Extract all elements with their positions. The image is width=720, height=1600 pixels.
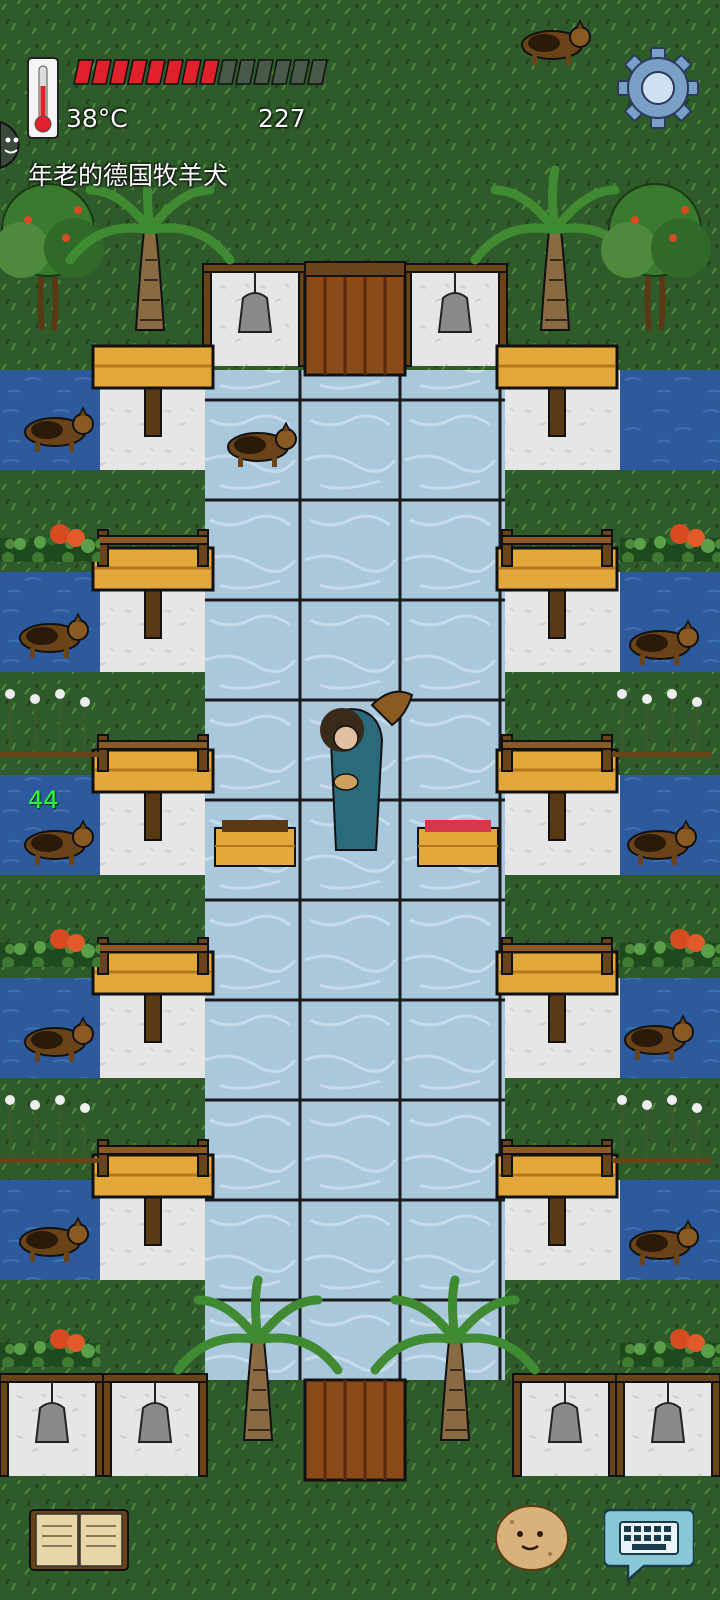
crate-right[interactable] xyxy=(417,820,499,867)
hunger-pip-empty xyxy=(253,59,274,85)
crate-left[interactable] xyxy=(214,820,296,867)
hunger-pip-filled xyxy=(127,59,148,85)
hunger-pip-filled xyxy=(73,59,94,85)
bottom-gate[interactable] xyxy=(0,1373,720,1482)
hunger-pip-filled xyxy=(145,59,166,85)
floating-stat-number: 44 xyxy=(28,786,59,814)
hunger-pip-filled xyxy=(109,59,130,85)
hunger-bar xyxy=(70,58,340,86)
gear-icon[interactable] xyxy=(616,46,700,130)
thermometer-icon xyxy=(26,56,60,140)
temperature-readout: 38°C xyxy=(66,104,128,133)
hunger-pip-filled xyxy=(199,59,220,85)
hunger-pip-empty xyxy=(271,59,292,85)
hunger-pip-filled xyxy=(163,59,184,85)
potato-face-icon[interactable] xyxy=(492,1500,572,1574)
hunger-pip-filled xyxy=(91,59,112,85)
hunger-pip-empty xyxy=(289,59,310,85)
top-gate[interactable] xyxy=(202,261,508,377)
hunger-pip-empty xyxy=(235,59,256,85)
keyboard-icon[interactable] xyxy=(604,1504,694,1584)
food-value: 227 xyxy=(258,104,306,133)
game-world[interactable] xyxy=(0,0,720,1600)
hunger-pip-empty xyxy=(217,59,238,85)
emote-face-icon[interactable] xyxy=(0,120,30,170)
hunger-pip-filled xyxy=(181,59,202,85)
hunger-pip-empty xyxy=(307,59,328,85)
book-icon[interactable] xyxy=(28,1506,130,1574)
player-name-label: 年老的德国牧羊犬 xyxy=(28,161,229,190)
